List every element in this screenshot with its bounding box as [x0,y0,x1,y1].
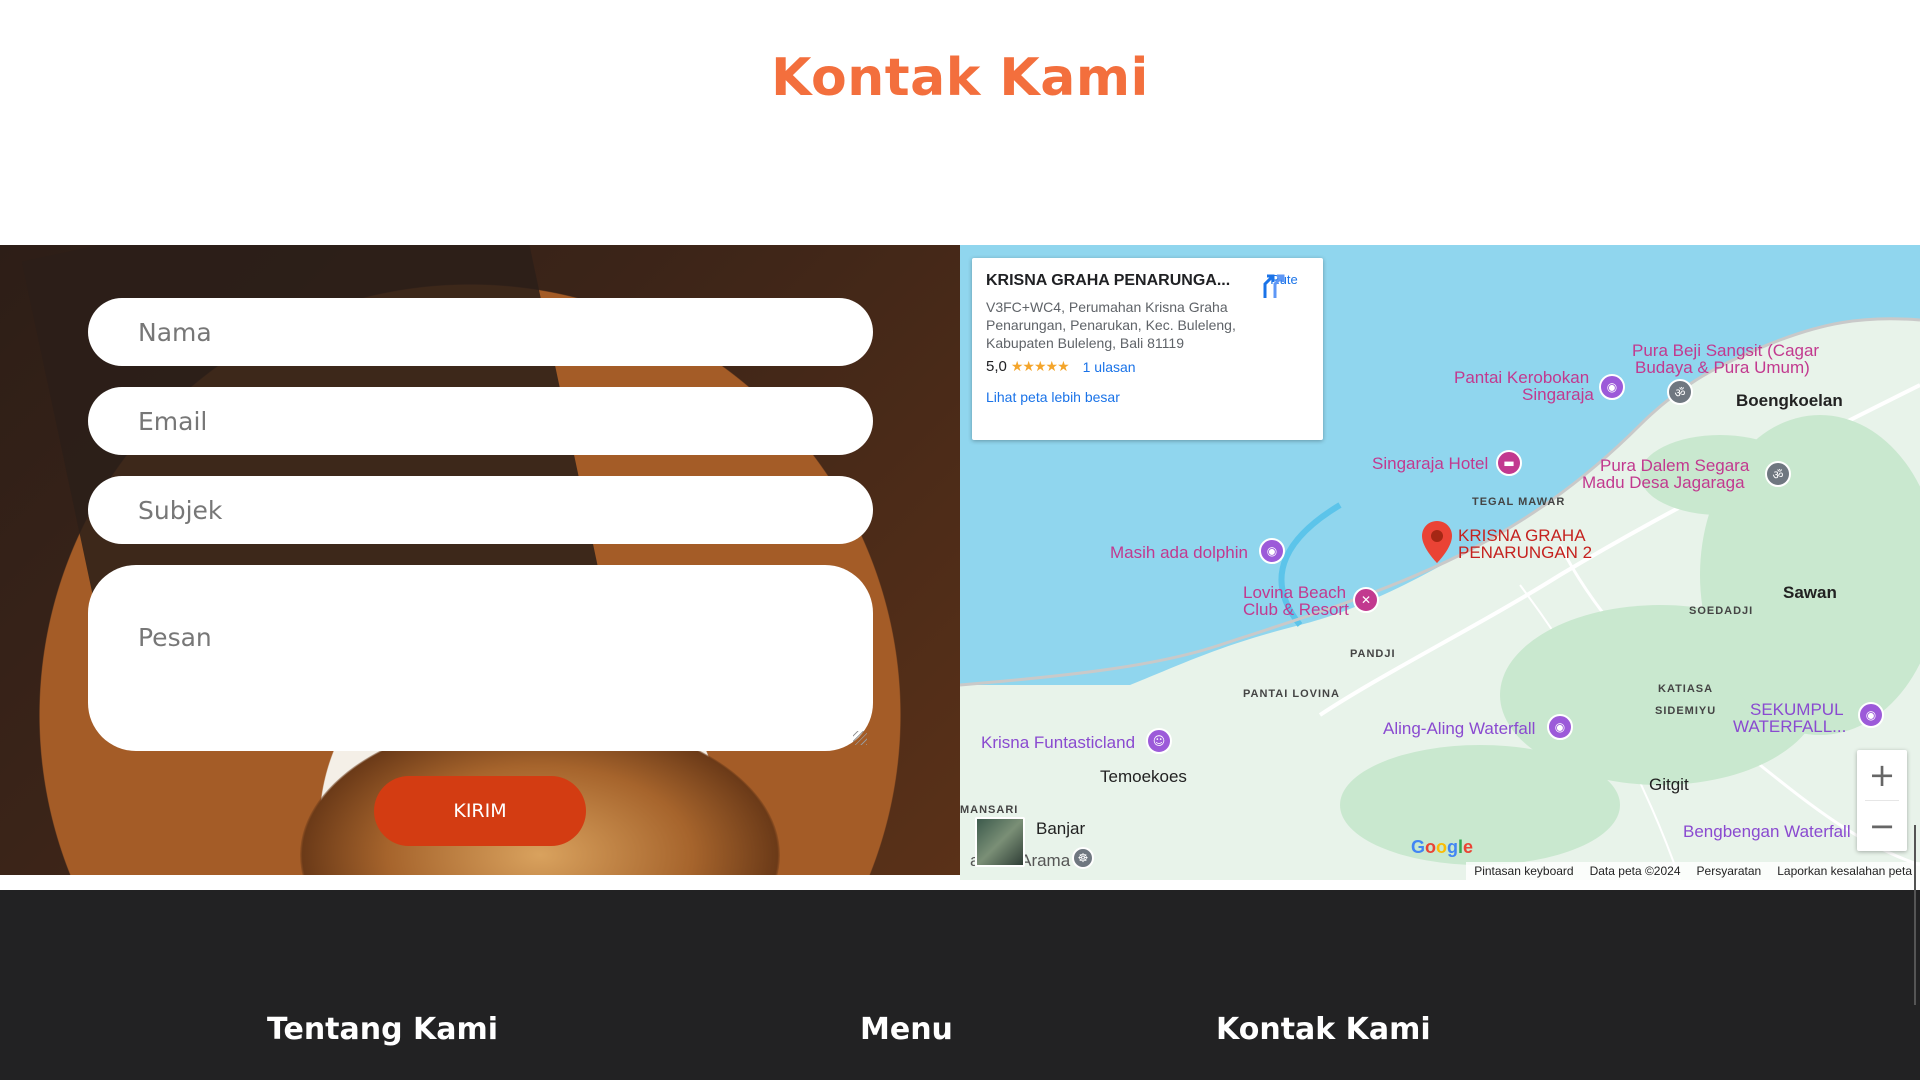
buddhist-temple-icon[interactable]: ☸ [1072,847,1094,869]
contact-form-panel: Nama Email Subjek Pesan KIRIM [0,245,960,875]
label-mansari: MANSARI [960,804,1019,816]
label-temoekoes: Temoekoes [1100,767,1187,786]
label-sawan: Sawan [1783,583,1837,602]
label-aling-aling: Aling-Aling Waterfall [1383,719,1536,738]
subject-placeholder: Subjek [138,495,223,525]
scrollbar[interactable] [1914,825,1916,1005]
name-placeholder: Nama [138,317,212,347]
terms-link[interactable]: Persyaratan [1697,864,1762,878]
email-field[interactable]: Email [88,387,873,455]
label-masih-ada-dolphin: Masih ada dolphin [1110,543,1248,562]
label-sidemiyu: SIDEMIYU [1655,705,1717,717]
section-title: Kontak Kami [771,48,1149,108]
label-lovina-beach-2: Club & Resort [1243,600,1349,619]
label-pantai-kerobokan-1: Pantai Kerobokan [1454,368,1590,387]
message-placeholder: Pesan [138,623,212,652]
report-error-link[interactable]: Laporkan kesalahan peta [1777,864,1912,878]
resize-handle-icon[interactable] [853,731,867,745]
hotel-icon[interactable]: ▬ [1496,450,1522,476]
label-krisna-funtasticland: Krisna Funtasticland [981,733,1136,752]
camera-icon[interactable]: ◉ [1547,714,1573,740]
rating-stars-icon: ★★★★★ [1010,358,1070,374]
keyboard-shortcuts-link[interactable]: Pintasan keyboard [1474,864,1573,878]
name-field[interactable]: Nama [88,298,873,366]
label-gitgit: Gitgit [1649,775,1689,794]
label-sekumpul-1: SEKUMPUL [1750,700,1844,719]
zoom-out-button[interactable]: − [1857,801,1907,851]
label-pandji: PANDJI [1350,648,1396,660]
label-pura-dalem-1: Pura Dalem Segara [1600,456,1750,475]
zoom-in-button[interactable]: + [1857,750,1907,800]
google-logo: Google [1411,837,1474,857]
embedded-map[interactable]: Pura Beji Sangsit (Cagar Budaya & Pura U… [960,245,1920,880]
camera-icon[interactable]: ◉ [1858,702,1884,728]
label-singaraja-hotel: Singaraja Hotel [1372,454,1489,473]
marker-label-2: PENARUNGAN 2 [1458,543,1593,562]
zoom-controls: + − [1857,750,1907,851]
resort-icon[interactable]: ✕ [1353,587,1379,613]
label-pura-beji-2: Budaya & Pura Umum) [1635,358,1810,377]
label-soedadji: SOEDADJI [1689,605,1754,617]
label-pura-beji-1: Pura Beji Sangsit (Cagar [1632,341,1820,360]
subject-field[interactable]: Subjek [88,476,873,544]
footer-about-heading: Tentang Kami [267,1012,499,1047]
label-tegal-mawar: TEGAL MAWAR [1472,496,1566,508]
label-katiasa: KATIASA [1658,683,1714,695]
label-bengbengan: Bengbengan Waterfall [1683,822,1851,841]
label-lovina-beach-1: Lovina Beach [1243,583,1347,602]
location-marker-icon[interactable] [1420,519,1454,565]
email-placeholder: Email [138,406,208,436]
submit-button[interactable]: KIRIM [374,776,586,846]
amusement-icon[interactable]: ☺ [1146,728,1172,754]
reviews-link[interactable]: 1 ulasan [1083,359,1136,375]
rating-value: 5,0 [986,358,1007,375]
marker-label-1: KRISNA GRAHA [1458,526,1586,545]
label-pantai-lovina: PANTAI LOVINA [1243,688,1340,700]
route-button[interactable]: Rute [1259,272,1309,298]
temple-icon[interactable]: ॐ [1765,461,1791,487]
place-address: V3FC+WC4, Perumahan Krisna Graha Penarun… [986,299,1236,351]
place-info-card: KRISNA GRAHA PENARUNGA... V3FC+WC4, Peru… [972,258,1323,440]
map-data-text: Data peta ©2024 [1589,864,1681,878]
place-name: KRISNA GRAHA PENARUNGA... [986,272,1231,289]
map-attribution: Pintasan keyboard Data peta ©2024 Persya… [1466,862,1920,880]
label-sekumpul-2: WATERFALL... [1733,717,1847,736]
satellite-toggle[interactable] [975,817,1025,867]
label-boengkoelan: Boengkoelan [1736,391,1843,410]
bigger-map-link[interactable]: Lihat peta lebih besar [986,389,1309,405]
message-field[interactable]: Pesan [88,565,873,751]
footer-menu-heading: Menu [860,1012,953,1047]
footer-contact-heading: Kontak Kami [1216,1012,1431,1047]
temple-icon[interactable]: ॐ [1667,379,1693,405]
label-pura-dalem-2: Madu Desa Jagaraga [1582,473,1745,492]
label-pantai-kerobokan-2: Singaraja [1522,385,1594,404]
footer: Tentang Kami Menu Kontak Kami [0,890,1920,1080]
camera-icon[interactable]: ◉ [1599,374,1625,400]
directions-icon [1263,274,1285,298]
place-rating: 5,0 ★★★★★ 1 ulasan [986,358,1309,375]
camera-icon[interactable]: ◉ [1259,538,1285,564]
label-banjar: Banjar [1036,819,1086,838]
